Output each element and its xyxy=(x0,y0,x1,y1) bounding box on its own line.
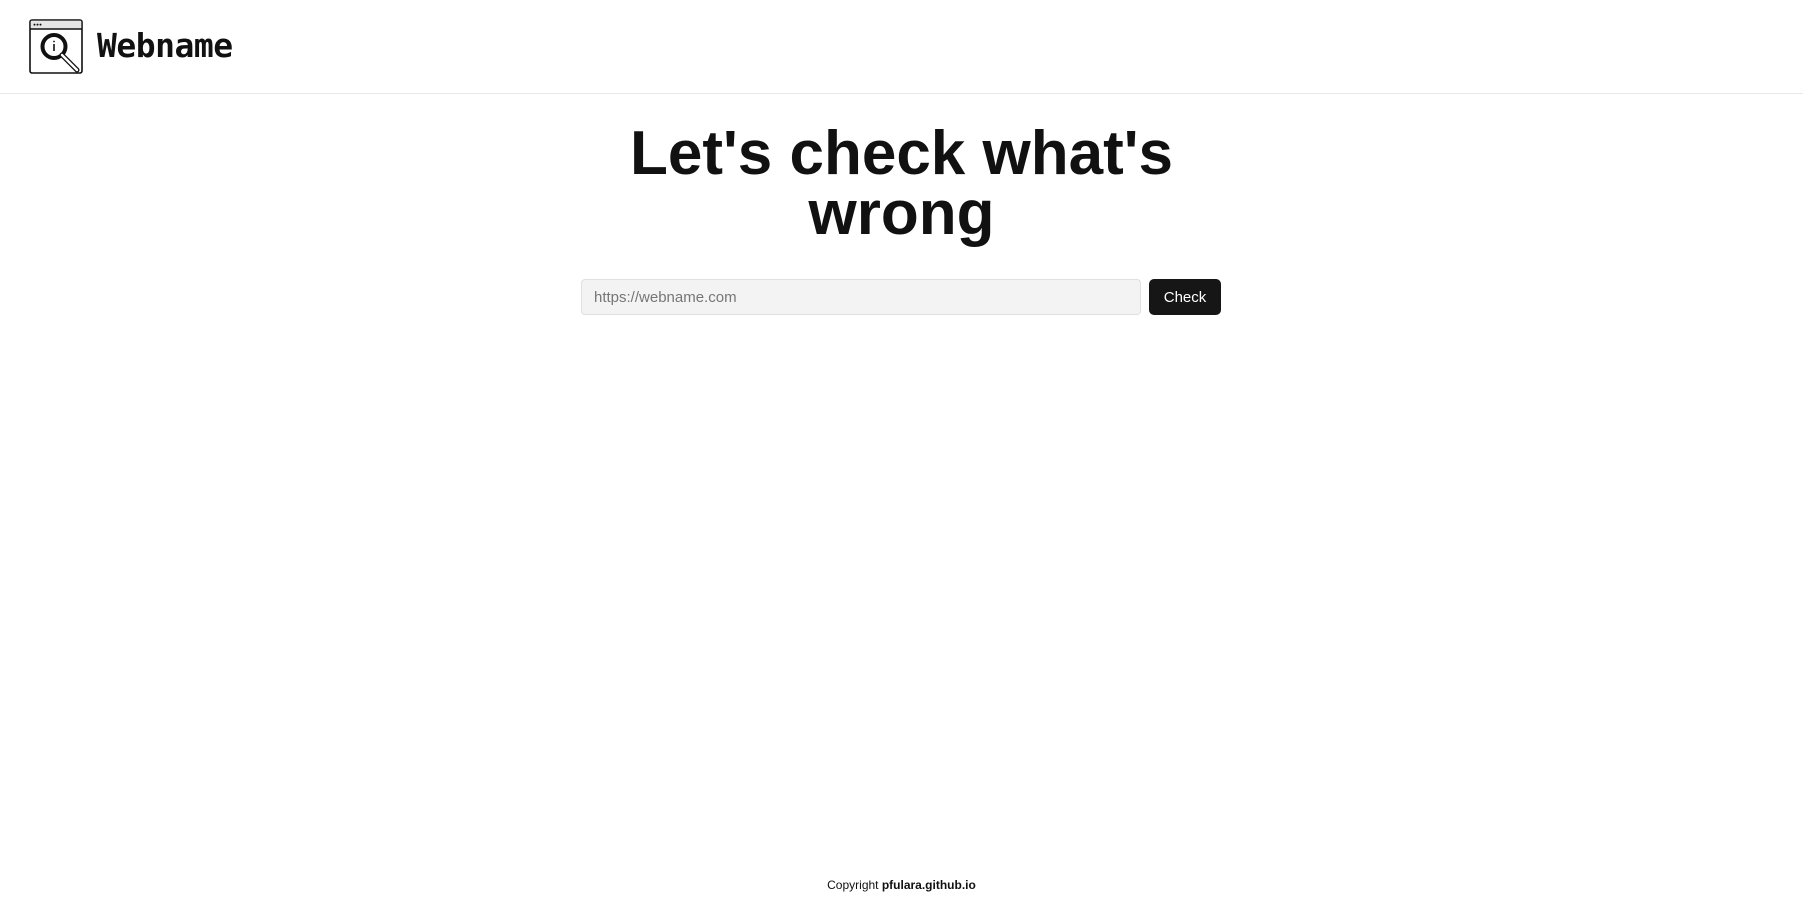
headline-line-1: Let's check what's xyxy=(630,119,1173,188)
check-button[interactable]: Check xyxy=(1149,279,1221,315)
magnifier-browser-icon xyxy=(29,19,83,74)
page-headline: Let's check what's wrong xyxy=(0,123,1803,245)
copyright-link[interactable]: pfulara.github.io xyxy=(882,878,976,892)
url-input[interactable] xyxy=(581,279,1141,315)
home-logo-link[interactable]: Webname xyxy=(29,19,233,74)
site-header: Webname xyxy=(0,0,1803,94)
brand-name: Webname xyxy=(97,26,233,65)
copyright-text: Copyright xyxy=(827,878,879,892)
headline-line-2: wrong xyxy=(808,179,995,248)
url-check-form: Check xyxy=(581,279,1221,315)
site-footer: Copyright pfulara.github.io xyxy=(0,878,1803,892)
